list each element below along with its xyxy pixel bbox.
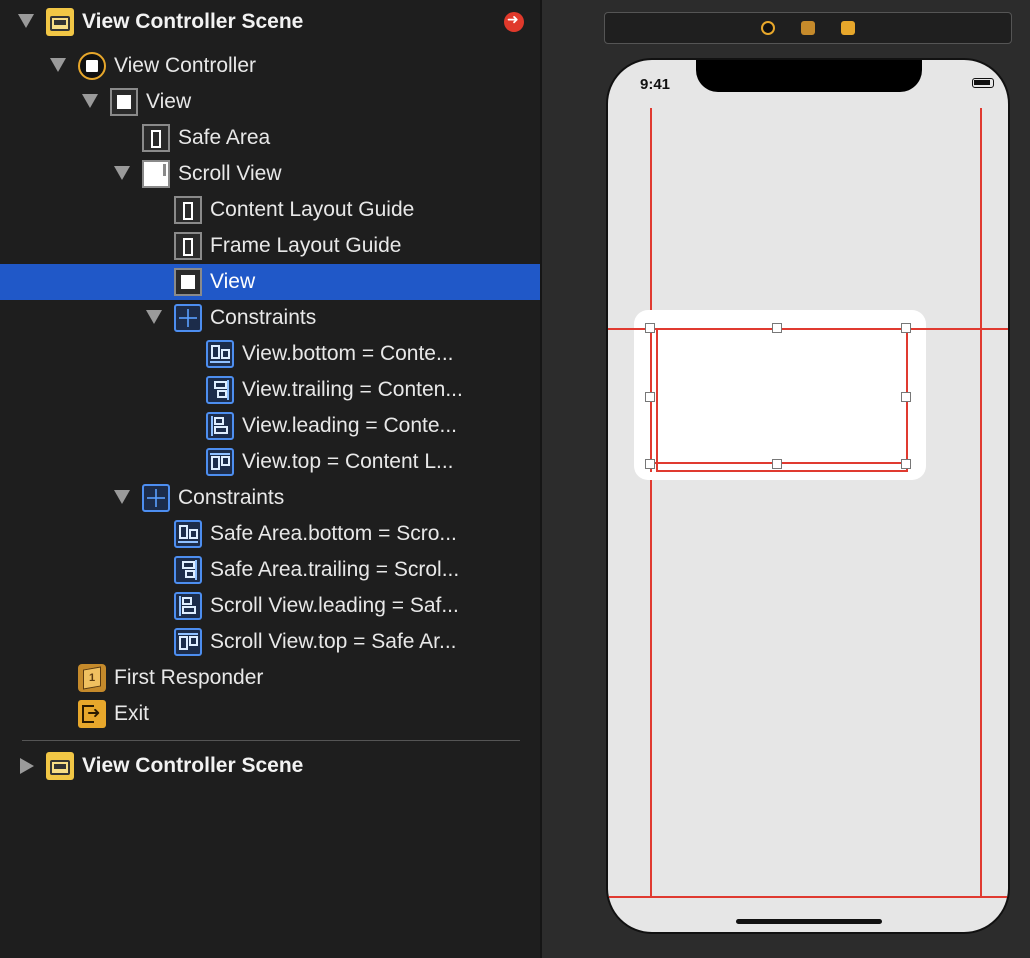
outline-row-constraint[interactable]: View.top = Content L... bbox=[0, 444, 540, 480]
outline-row-safe-area[interactable]: Safe Area bbox=[0, 120, 540, 156]
constraints-icon bbox=[142, 484, 170, 512]
outline-label: Scroll View.top = Safe Ar... bbox=[210, 630, 457, 653]
content-bottom-line bbox=[656, 470, 908, 472]
outline-label: View.top = Content L... bbox=[242, 450, 454, 473]
outline-label: View Controller Scene bbox=[82, 10, 304, 33]
battery-icon bbox=[972, 78, 994, 88]
status-time: 9:41 bbox=[640, 76, 671, 93]
outline-row-constraint[interactable]: Safe Area.bottom = Scro... bbox=[0, 516, 540, 552]
view-controller-icon bbox=[78, 52, 106, 80]
leading-constraint-icon bbox=[206, 412, 234, 440]
trailing-constraint-icon bbox=[174, 556, 202, 584]
outline-row-scene[interactable]: View Controller Scene bbox=[0, 4, 540, 40]
outline-label: Frame Layout Guide bbox=[210, 234, 402, 257]
document-outline: View Controller Scene View Controller Vi… bbox=[0, 0, 540, 958]
outline-row-constraint[interactable]: Scroll View.leading = Saf... bbox=[0, 588, 540, 624]
first-responder-icon[interactable] bbox=[801, 21, 815, 35]
constraints-icon bbox=[174, 304, 202, 332]
outline-row-first-responder[interactable]: First Responder bbox=[0, 660, 540, 696]
safe-area-leading-line bbox=[650, 108, 652, 898]
outline-row-constraint[interactable]: View.trailing = Conten... bbox=[0, 372, 540, 408]
scene-separator bbox=[22, 740, 520, 741]
outline-label: View Controller Scene bbox=[82, 754, 304, 777]
scroll-view-frame[interactable] bbox=[634, 310, 926, 480]
outline-label: Constraints bbox=[210, 306, 317, 329]
outline-label: Content Layout Guide bbox=[210, 198, 415, 221]
disclosure-open-icon[interactable] bbox=[146, 310, 162, 324]
view-icon bbox=[110, 88, 138, 116]
outline-row-constraint[interactable]: Scroll View.top = Safe Ar... bbox=[0, 624, 540, 660]
disclosure-open-icon[interactable] bbox=[114, 490, 130, 504]
outline-label: View bbox=[210, 270, 256, 293]
trailing-constraint-icon bbox=[206, 376, 234, 404]
leading-constraint-icon bbox=[174, 592, 202, 620]
outline-row-constraint[interactable]: View.bottom = Conte... bbox=[0, 336, 540, 372]
device-notch bbox=[696, 60, 922, 92]
first-responder-icon bbox=[78, 664, 106, 692]
scroll-view-icon bbox=[142, 160, 170, 188]
device-frame: 9:41 bbox=[606, 58, 1010, 934]
outline-label: View.trailing = Conten... bbox=[242, 378, 463, 401]
outline-row-outer-constraints[interactable]: Constraints bbox=[0, 480, 540, 516]
resize-handle[interactable] bbox=[772, 323, 782, 333]
outline-row-view-controller[interactable]: View Controller bbox=[0, 48, 540, 84]
exit-icon bbox=[78, 700, 106, 728]
view-controller-icon[interactable] bbox=[761, 21, 775, 35]
outline-label: Constraints bbox=[178, 486, 285, 509]
outline-row-view[interactable]: View bbox=[0, 84, 540, 120]
outline-label: View.leading = Conte... bbox=[242, 414, 458, 437]
disclosure-open-icon[interactable] bbox=[18, 14, 34, 28]
outline-label: Scroll View.leading = Saf... bbox=[210, 594, 459, 617]
outline-label: Safe Area bbox=[178, 126, 271, 149]
outline-label: Safe Area.bottom = Scro... bbox=[210, 522, 457, 545]
outline-row-content-layout-guide[interactable]: Content Layout Guide bbox=[0, 192, 540, 228]
layout-guide-icon bbox=[174, 232, 202, 260]
content-leading-line bbox=[656, 330, 658, 472]
disclosure-open-icon[interactable] bbox=[114, 166, 130, 180]
bottom-constraint-icon bbox=[206, 340, 234, 368]
resize-handle[interactable] bbox=[645, 459, 655, 469]
disclosure-closed-icon[interactable] bbox=[20, 758, 34, 774]
resize-handle[interactable] bbox=[901, 392, 911, 402]
outline-row-scene[interactable]: View Controller Scene bbox=[0, 748, 540, 784]
outline-label: Scroll View bbox=[178, 162, 282, 185]
outline-label: View Controller bbox=[114, 54, 257, 77]
outline-row-constraint[interactable]: View.leading = Conte... bbox=[0, 408, 540, 444]
disclosure-open-icon[interactable] bbox=[82, 94, 98, 108]
resize-handle[interactable] bbox=[645, 323, 655, 333]
safe-area-trailing-line bbox=[980, 108, 982, 898]
resize-handle[interactable] bbox=[772, 459, 782, 469]
warning-arrow-icon[interactable] bbox=[504, 12, 524, 32]
scene-dock bbox=[604, 12, 1012, 44]
outline-row-inner-constraints[interactable]: Constraints bbox=[0, 300, 540, 336]
safe-area-icon bbox=[142, 124, 170, 152]
view-icon bbox=[174, 268, 202, 296]
home-indicator bbox=[736, 919, 882, 924]
outline-label: View bbox=[146, 90, 192, 113]
outline-row-inner-view-selected[interactable]: View bbox=[0, 264, 540, 300]
resize-handle[interactable] bbox=[901, 459, 911, 469]
content-top-line bbox=[608, 328, 1008, 330]
safe-area-bottom-line bbox=[608, 896, 1008, 898]
outline-label: Exit bbox=[114, 702, 150, 725]
storyboard-canvas[interactable]: 9:41 bbox=[542, 0, 1030, 958]
outline-row-scroll-view[interactable]: Scroll View bbox=[0, 156, 540, 192]
exit-icon[interactable] bbox=[841, 21, 855, 35]
outline-label: First Responder bbox=[114, 666, 264, 689]
scene-icon bbox=[46, 8, 74, 36]
outline-row-exit[interactable]: Exit bbox=[0, 696, 540, 732]
resize-handle[interactable] bbox=[901, 323, 911, 333]
bottom-constraint-icon bbox=[174, 520, 202, 548]
outline-row-frame-layout-guide[interactable]: Frame Layout Guide bbox=[0, 228, 540, 264]
resize-handle[interactable] bbox=[645, 392, 655, 402]
scene-icon bbox=[46, 752, 74, 780]
outline-row-constraint[interactable]: Safe Area.trailing = Scrol... bbox=[0, 552, 540, 588]
outline-label: Safe Area.trailing = Scrol... bbox=[210, 558, 460, 581]
disclosure-open-icon[interactable] bbox=[50, 58, 66, 72]
top-constraint-icon bbox=[206, 448, 234, 476]
outline-label: View.bottom = Conte... bbox=[242, 342, 454, 365]
layout-guide-icon bbox=[174, 196, 202, 224]
top-constraint-icon bbox=[174, 628, 202, 656]
